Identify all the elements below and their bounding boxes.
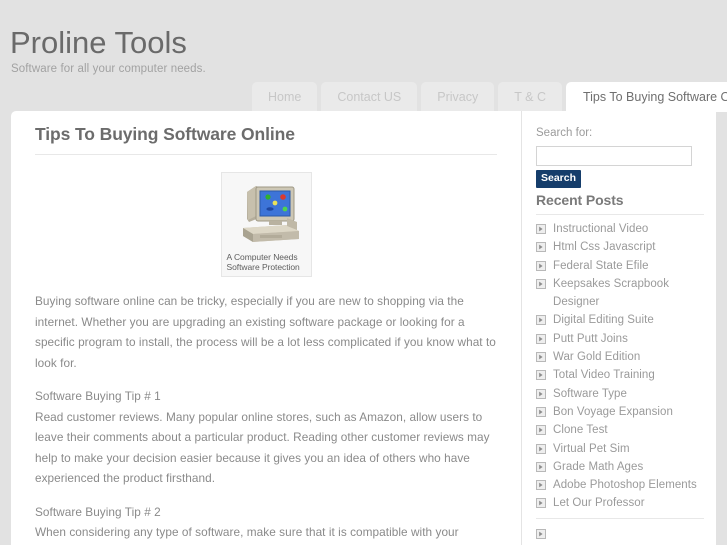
bullet-arrow-icon — [536, 461, 546, 472]
recent-post-item[interactable]: Bon Voyage Expansion — [536, 403, 704, 421]
recent-post-item[interactable]: War Gold Edition — [536, 348, 704, 366]
nav-tab-3[interactable]: T & C — [498, 82, 562, 112]
recent-post-label: Digital Editing Suite — [553, 314, 654, 327]
site-header: Proline Tools Software for all your comp… — [0, 0, 727, 78]
recent-post-item[interactable]: Keepsakes Scrapbook Designer — [536, 275, 704, 312]
recent-post-item[interactable]: Federal State Efile — [536, 257, 704, 275]
bullet-arrow-icon — [536, 480, 546, 491]
recent-post-label: War Gold Edition — [553, 351, 641, 364]
tip-2-body: When considering any type of software, m… — [35, 525, 459, 539]
tip-1-block: Software Buying Tip # 1 Read customer rev… — [35, 386, 497, 489]
bullet-arrow-icon — [536, 528, 546, 539]
bullet-arrow-icon — [536, 388, 546, 399]
recent-post-label: Clone Test — [553, 424, 608, 437]
bullet-arrow-icon — [536, 260, 546, 271]
recent-post-item[interactable]: Software Type — [536, 385, 704, 403]
site-tagline: Software for all your computer needs. — [11, 63, 206, 75]
recent-post-label: Virtual Pet Sim — [553, 442, 630, 455]
bullet-arrow-icon — [536, 315, 546, 326]
recent-post-item[interactable]: Grade Math Ages — [536, 458, 704, 476]
search-button[interactable]: Search — [536, 170, 582, 188]
recent-post-label: Grade Math Ages — [553, 460, 644, 473]
nav-tab-1[interactable]: Contact US — [321, 82, 418, 112]
intro-paragraph: Buying software online can be tricky, es… — [35, 294, 496, 370]
sidebar: Search for: Search Recent Posts Instruct… — [521, 111, 716, 545]
content-card: Tips To Buying Software Online A Compute… — [11, 111, 716, 545]
recent-post-label: Keepsakes Scrapbook Designer — [553, 277, 670, 309]
recent-post-item[interactable]: Let Our Professor — [536, 494, 704, 512]
recent-post-item[interactable]: Instructional Video — [536, 220, 704, 238]
recent-post-label: Html Css Javascript — [553, 241, 656, 254]
site-title: Proline Tools — [10, 25, 187, 60]
bullet-arrow-icon — [536, 333, 546, 344]
recent-post-item[interactable]: Virtual Pet Sim — [536, 440, 704, 458]
recent-post-label: Let Our Professor — [553, 497, 645, 510]
recent-post-item[interactable]: Digital Editing Suite — [536, 311, 704, 329]
recent-post-item[interactable]: Clone Test — [536, 421, 704, 439]
tip-1-body: Read customer reviews. Many popular onli… — [35, 409, 490, 486]
post-figure: A Computer Needs Software Protection — [35, 172, 497, 277]
retro-computer-icon — [243, 186, 299, 242]
bullet-arrow-icon — [536, 406, 546, 417]
bullet-arrow-icon — [536, 425, 546, 436]
recent-post-item[interactable]: Putt Putt Joins — [536, 330, 704, 348]
page-title: Tips To Buying Software Online — [35, 124, 497, 155]
bullet-arrow-icon — [536, 242, 546, 253]
tip-2-heading: Software Buying Tip # 2 — [35, 504, 161, 519]
figure-caption: A Computer Needs Software Protection — [225, 252, 308, 273]
search-label: Search for: — [536, 127, 593, 139]
recent-post-item[interactable]: Html Css Javascript — [536, 238, 704, 256]
recent-post-label: Adobe Photoshop Elements — [553, 479, 697, 492]
figure-caption-line1: A Computer Needs — [226, 252, 298, 262]
recent-post-label: Instructional Video — [553, 223, 649, 235]
page-root: Proline Tools Software for all your comp… — [0, 0, 727, 545]
recent-post-label: Total Video Training — [553, 369, 655, 382]
recent-posts-list: Instructional Video Html Css Javascript Fe… — [536, 220, 704, 513]
nav-tab-4[interactable]: Tips To Buying Software Online — [565, 82, 727, 112]
nav-tab-0[interactable]: Home — [252, 82, 318, 112]
primary-navigation: Home Contact US Privacy T & C Tips To Buying… — [252, 82, 727, 112]
search-input[interactable] — [536, 146, 692, 166]
bullet-arrow-icon — [536, 370, 546, 381]
sidebar-divider — [536, 517, 704, 519]
recent-post-item[interactable]: Total Video Training — [536, 366, 704, 384]
recent-post-label: Bon Voyage Expansion — [553, 405, 673, 418]
bullet-arrow-icon — [536, 443, 546, 454]
figure-box: A Computer Needs Software Protection — [220, 172, 312, 277]
bullet-arrow-icon — [536, 352, 546, 363]
tip-1-heading: Software Buying Tip # 1 — [35, 389, 161, 403]
bullet-arrow-icon — [536, 498, 546, 509]
recent-post-label: Putt Putt Joins — [553, 332, 628, 345]
tip-2-block: Software Buying Tip # 2 When considering … — [35, 502, 497, 545]
bullet-arrow-icon — [536, 278, 546, 289]
figure-caption-line2: Software Protection — [226, 262, 300, 272]
nav-tab-2[interactable]: Privacy — [421, 82, 495, 112]
main-content-column: Tips To Buying Software Online A Compute… — [11, 111, 521, 545]
bullet-arrow-icon — [536, 224, 546, 234]
recent-post-label: Federal State Efile — [553, 259, 649, 272]
recent-posts-heading: Recent Posts — [536, 192, 704, 215]
recent-post-label: Software Type — [553, 387, 627, 400]
recent-post-item[interactable]: Adobe Photoshop Elements — [536, 476, 704, 494]
